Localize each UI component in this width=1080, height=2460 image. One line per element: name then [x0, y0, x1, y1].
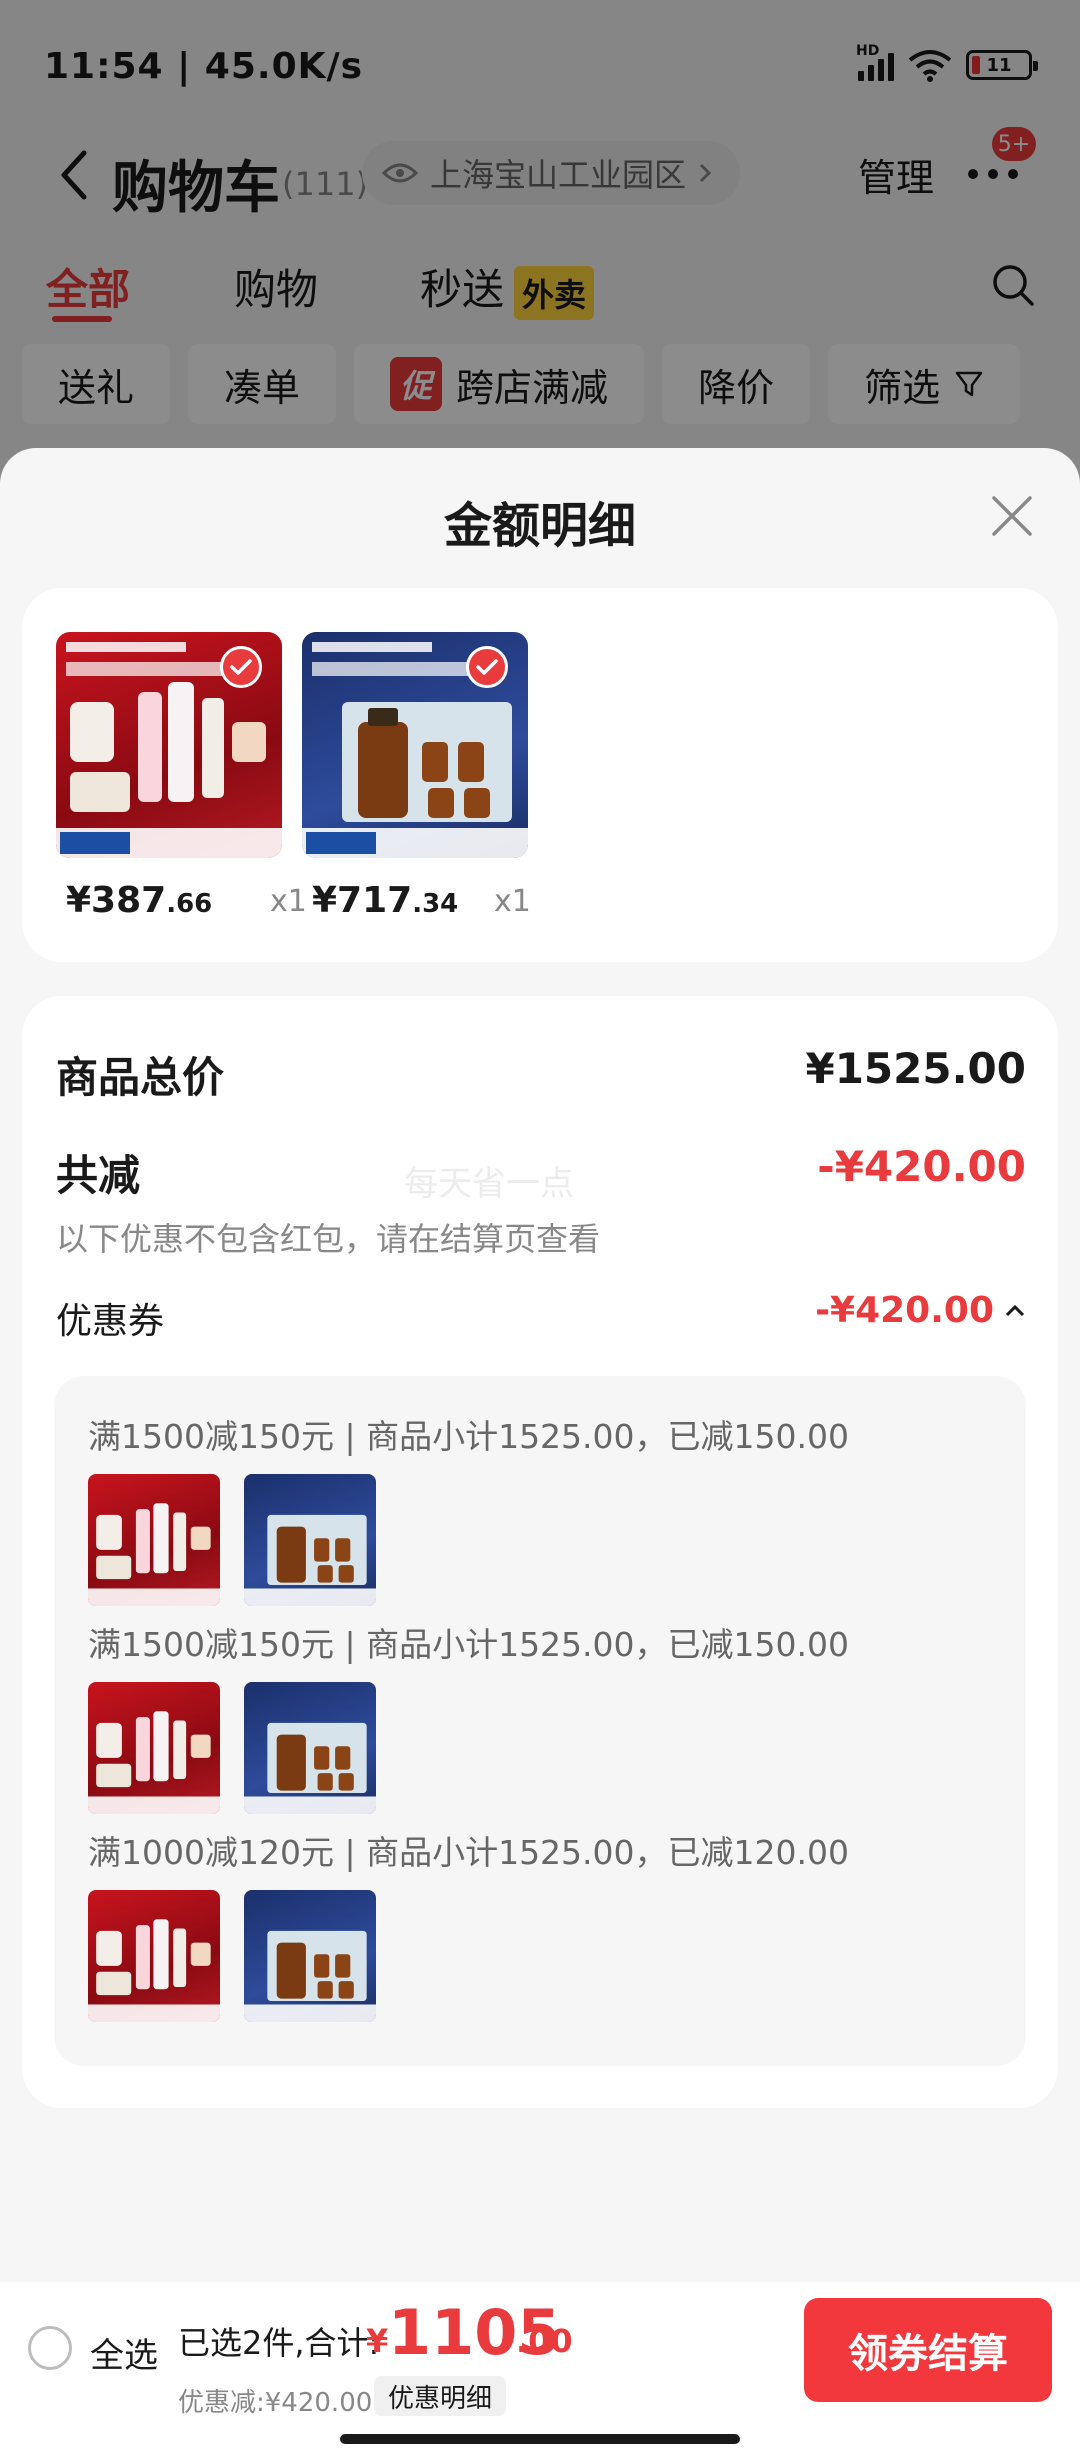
- coupon-rule: 满1500减150元 | 商品小计1525.00，已减150.00: [88, 1417, 849, 1456]
- coupon-products: [88, 1890, 376, 2022]
- product-image-blue: [244, 1890, 376, 2022]
- checkout-button[interactable]: 领券结算: [804, 2298, 1052, 2402]
- close-icon[interactable]: [988, 492, 1036, 540]
- discount-summary: 优惠减:¥420.00: [178, 2388, 373, 2418]
- total-reduction-label: 共减: [56, 1151, 141, 1200]
- product-thumbnail: [88, 1474, 220, 1606]
- selected-products-card: ¥387.66 x1 ¥717.34 x1: [22, 588, 1058, 962]
- product-thumbnail: [244, 1890, 376, 2022]
- coupon-products: [88, 1474, 376, 1606]
- total-reduction-value: -¥420.00: [817, 1142, 1026, 1191]
- product-item[interactable]: ¥387.66 x1: [56, 632, 307, 921]
- home-indicator: [340, 2434, 740, 2444]
- coupon-products: [88, 1682, 376, 1814]
- price-decimal: .34: [412, 889, 459, 919]
- product-price: ¥387.66: [66, 880, 212, 921]
- coupon-value: -¥420.00: [815, 1290, 994, 1331]
- price-summary-card: 商品总价 ¥1525.00 每天省一点 共减 -¥420.00 以下优惠不包含红…: [22, 996, 1058, 2108]
- total-price-label: 商品总价: [56, 1053, 225, 1102]
- total-currency: ¥: [366, 2322, 389, 2360]
- select-all-label[interactable]: 全选: [90, 2328, 158, 2377]
- select-all-checkbox[interactable]: [28, 2326, 72, 2370]
- selected-check-icon: [220, 646, 262, 688]
- product-image-red: [88, 1474, 220, 1606]
- product-quantity: x1: [494, 884, 531, 919]
- product-thumbnail: [302, 632, 528, 858]
- checkout-bar: 全选 已选2件,合计: ¥ 1105 .00 优惠减:¥420.00 优惠明细 …: [0, 2282, 1080, 2460]
- product-thumbnail: [244, 1474, 376, 1606]
- product-quantity: x1: [270, 884, 307, 919]
- discount-detail-button[interactable]: 优惠明细: [374, 2376, 507, 2416]
- product-image-red: [88, 1682, 220, 1814]
- product-price: ¥717.34: [312, 880, 458, 921]
- coupon-label: 优惠券: [56, 1301, 165, 1342]
- product-thumbnail: [56, 632, 282, 858]
- product-thumbnail: [88, 1890, 220, 2022]
- total-amount-decimal: .00: [516, 2322, 573, 2360]
- reduction-note: 以下优惠不包含红包，请在结算页查看: [56, 1220, 601, 1258]
- amount-detail-sheet: 金额明细 ¥387.66 x1 ¥717.34 x1 商品总价 ¥1525.00…: [0, 448, 1080, 2460]
- selected-summary: 已选2件,合计:: [178, 2324, 380, 2362]
- product-thumbnail: [88, 1682, 220, 1814]
- coupon-toggle[interactable]: -¥420.00: [815, 1290, 1026, 1331]
- price-integer: ¥387: [66, 880, 167, 921]
- selected-check-icon: [466, 646, 508, 688]
- watermark-text: 每天省一点: [404, 1164, 574, 1204]
- total-price-value: ¥1525.00: [805, 1044, 1026, 1093]
- product-image-red: [88, 1890, 220, 2022]
- product-image-blue: [244, 1682, 376, 1814]
- price-integer: ¥717: [312, 880, 413, 921]
- product-thumbnail: [244, 1682, 376, 1814]
- coupon-details: 满1500减150元 | 商品小计1525.00，已减150.00 满1500减…: [54, 1376, 1026, 2066]
- product-item[interactable]: ¥717.34 x1: [302, 632, 531, 921]
- chevron-up-icon: [1005, 1304, 1025, 1316]
- product-image-blue: [244, 1474, 376, 1606]
- price-decimal: .66: [166, 889, 213, 919]
- sheet-title: 金额明细: [443, 498, 636, 554]
- coupon-rule: 满1000减120元 | 商品小计1525.00，已减120.00: [88, 1833, 849, 1872]
- coupon-rule: 满1500减150元 | 商品小计1525.00，已减150.00: [88, 1625, 849, 1664]
